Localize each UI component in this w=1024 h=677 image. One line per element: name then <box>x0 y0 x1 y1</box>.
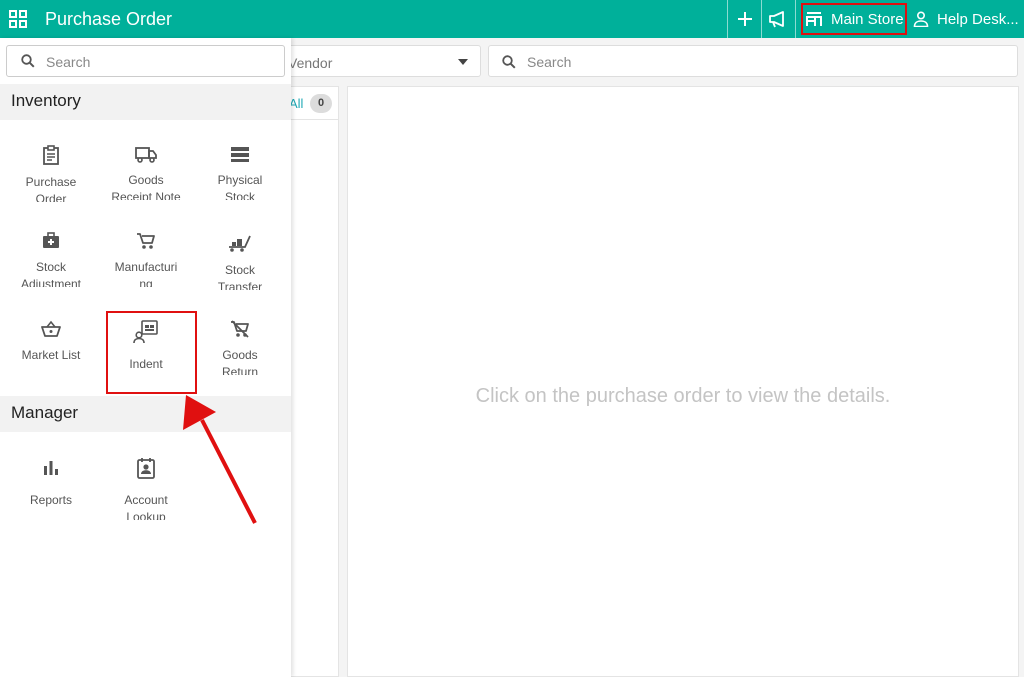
module-label: Market List <box>21 348 81 362</box>
section-title: Inventory <box>11 91 81 110</box>
module-market-list[interactable]: Market List <box>6 320 96 375</box>
count-badge: 0 <box>310 94 332 113</box>
help-desk-label: Help Desk... <box>937 10 1019 28</box>
module-physical-stock[interactable]: Physical Stock <box>195 145 285 200</box>
module-label-line2: Adjustment <box>20 277 82 287</box>
search-icon <box>21 54 35 68</box>
apps-grid-icon[interactable] <box>9 10 27 28</box>
empty-state-message: Click on the purchase order to view the … <box>475 385 891 407</box>
cart-off-icon <box>231 320 249 338</box>
module-label: Physical <box>217 173 263 187</box>
app-title: Purchase Order <box>45 9 173 29</box>
storage-icon <box>231 147 249 162</box>
purchase-order-search-input[interactable]: Search <box>488 45 1018 77</box>
store-selector[interactable]: Main Store <box>801 3 907 35</box>
module-search-placeholder: Search <box>46 54 91 70</box>
module-label: Stock <box>224 263 255 277</box>
add-icon <box>738 12 752 26</box>
module-label-line2: Lookup <box>126 510 166 520</box>
announcements-button[interactable] <box>768 0 788 38</box>
module-label: Purchase <box>25 175 77 189</box>
module-label-line2: Stock <box>224 190 255 200</box>
module-reports[interactable]: Reports <box>6 459 96 520</box>
section-header-manager: Manager <box>0 396 291 432</box>
detail-panel: Click on the purchase order to view the … <box>347 86 1019 677</box>
topbar-divider <box>727 0 728 38</box>
basket-icon <box>41 320 61 337</box>
search-icon <box>502 55 516 69</box>
module-label: Goods <box>222 348 258 362</box>
module-label: Manufacturi <box>114 260 178 274</box>
module-label-line2 <box>6 509 96 520</box>
user-icon <box>913 11 929 27</box>
module-label: Stock <box>35 260 66 274</box>
indent-highlight-box <box>106 311 197 394</box>
topbar-divider <box>761 0 762 38</box>
top-bar: Purchase Order Main Store Help Desk... <box>0 0 1024 38</box>
module-account-lookup[interactable]: Account Lookup <box>101 457 191 520</box>
module-goods-return[interactable]: Goods Return <box>195 320 285 375</box>
module-label-line2: Transfer <box>217 280 263 290</box>
module-stock-adjustment[interactable]: Stock Adjustment <box>6 232 96 287</box>
megaphone-icon <box>769 11 784 28</box>
vendor-select[interactable]: Vendor <box>282 45 481 77</box>
section-title: Manager <box>11 403 79 422</box>
section-header-inventory: Inventory <box>0 84 291 120</box>
tab-all[interactable]: All <box>289 96 303 111</box>
module-purchase-order[interactable]: Purchase Order <box>6 145 96 202</box>
module-label-line2: Receipt Note <box>111 190 181 200</box>
help-desk-button[interactable]: Help Desk... <box>913 0 1019 38</box>
search-placeholder: Search <box>527 54 572 70</box>
vendor-select-label: Vendor <box>288 55 333 71</box>
module-stock-transfer[interactable]: Stock Transfer <box>195 235 285 290</box>
module-label: Goods <box>128 173 164 187</box>
contact-card-icon <box>137 458 155 479</box>
truck-icon <box>135 147 157 163</box>
module-label-line2: ng <box>139 277 153 287</box>
module-search-input[interactable]: Search <box>6 45 285 77</box>
add-button[interactable] <box>737 0 753 38</box>
module-manufacturing[interactable]: Manufacturi ng <box>101 232 191 287</box>
module-label-line2 <box>6 364 96 375</box>
store-label: Main Store <box>831 10 904 28</box>
module-label-line2: Order <box>35 192 67 202</box>
clipboard-icon <box>43 145 59 165</box>
medical-bag-icon <box>43 232 59 248</box>
module-label: Account <box>124 493 168 507</box>
module-label: Reports <box>29 493 73 507</box>
topbar-divider <box>795 0 796 38</box>
list-header: All 0 <box>283 87 338 120</box>
trolley-icon <box>229 235 251 252</box>
store-icon <box>806 12 822 26</box>
module-label-line2: Return <box>221 365 259 375</box>
module-goods-receipt-note[interactable]: Goods Receipt Note <box>101 145 191 200</box>
cart-icon <box>137 233 155 249</box>
bar-chart-icon <box>44 461 58 475</box>
chevron-down-icon <box>458 59 468 65</box>
